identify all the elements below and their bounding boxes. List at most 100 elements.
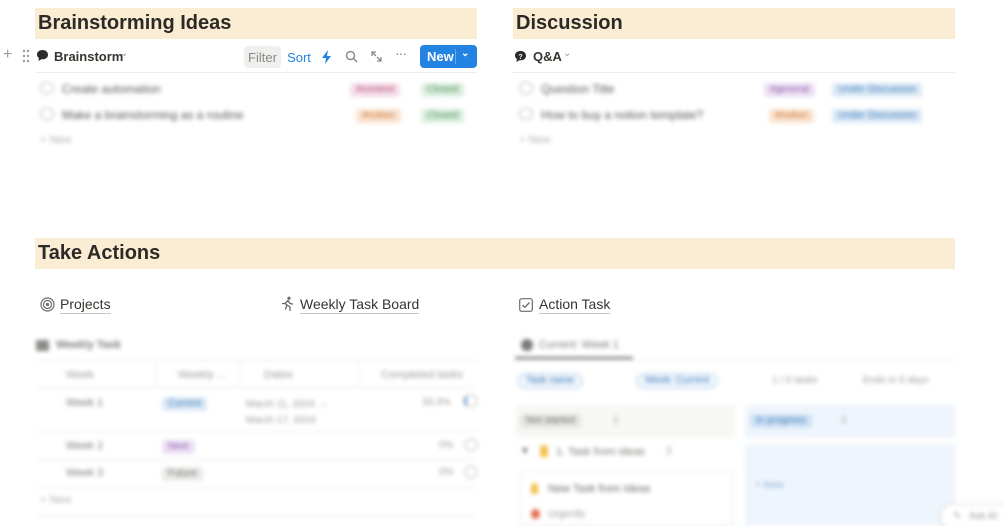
completed-percent: 0% xyxy=(439,440,454,451)
column-header[interactable]: Weekly ... xyxy=(178,369,226,381)
column-divider xyxy=(239,362,240,388)
question-bubble-icon: ? xyxy=(514,50,527,68)
action-task-link[interactable]: Action Task xyxy=(519,296,639,314)
add-row-button[interactable]: + New xyxy=(519,134,551,146)
ask-ai-button[interactable]: ✎ Ask AI xyxy=(940,504,1005,526)
row-tag: #notion xyxy=(356,109,401,123)
table-row[interactable]: Week 2 Next 0% xyxy=(36,432,478,460)
chevron-down-icon[interactable]: ⌄ xyxy=(563,48,571,59)
table-bottom-divider xyxy=(36,515,477,516)
column-header[interactable]: Completed tasks xyxy=(381,369,463,381)
completed-percent: 33.3% xyxy=(422,397,451,408)
speech-bubble-icon xyxy=(40,82,54,94)
week-status-badge: Future xyxy=(162,467,203,481)
row-tag: #content xyxy=(350,83,401,97)
lightbulb-icon xyxy=(540,445,548,457)
view-icon xyxy=(521,339,533,351)
brainstorm-toolbar: + Brainstorm ⌄ Filter Sort ··· New ⌄ xyxy=(0,45,480,69)
current-week-view-label: Current: Week 1 xyxy=(539,339,619,351)
new-button-divider xyxy=(455,49,456,64)
task-card-title: New Task from Ideas xyxy=(548,483,651,495)
brainstorm-view-tab[interactable]: Brainstorm xyxy=(54,49,123,64)
more-options-icon[interactable]: ··· xyxy=(395,45,407,61)
week-name: Week 3 xyxy=(66,467,104,479)
table-row[interactable]: Week 3 Future 0% xyxy=(36,460,478,488)
discussion-title: Discussion xyxy=(516,12,623,34)
table-row[interactable]: Week 1 Current March 11, 2024 → March 17… xyxy=(36,388,478,432)
add-block-icon[interactable]: + xyxy=(3,46,12,64)
filter-button[interactable]: Filter xyxy=(244,46,281,68)
in-progress-count: 1 xyxy=(841,415,847,426)
lightbulb-icon xyxy=(531,483,538,494)
chevron-down-icon[interactable]: ⌄ xyxy=(120,48,128,59)
week-name: Week 1 xyxy=(66,397,104,409)
drag-handle-icon[interactable] xyxy=(22,49,30,66)
projects-label: Projects xyxy=(60,296,111,314)
row-title: Make a brainstorming as a routine xyxy=(62,108,244,122)
pen-icon: ✎ xyxy=(953,511,962,522)
task-progress: 1 / 6 tasks xyxy=(772,375,818,386)
speech-bubble-icon xyxy=(519,108,533,120)
week-dates: March 11, 2024 → March 17, 2024 xyxy=(246,399,328,426)
projects-link[interactable]: Projects xyxy=(40,296,160,314)
discussion-divider xyxy=(513,72,955,73)
task-name-filter[interactable]: Task name xyxy=(517,373,584,389)
ends-in-label: Ends in 5 days xyxy=(863,375,929,386)
row-title: How to buy a notion template? xyxy=(541,108,704,122)
row-status: Under Discussion xyxy=(832,109,923,123)
discussion-header: Discussion xyxy=(513,8,955,39)
task-group-count: 3 xyxy=(666,446,672,457)
ask-ai-label: Ask AI xyxy=(969,511,998,522)
add-row-button[interactable]: + New xyxy=(40,494,72,506)
priority-icon xyxy=(531,509,540,519)
column-divider xyxy=(156,362,157,388)
qa-view-tab[interactable]: ? Q&A ⌄ xyxy=(514,48,614,68)
column-header[interactable]: Week xyxy=(66,369,94,381)
weekly-task-view-label: Weekly Task xyxy=(56,339,122,351)
weekly-task-board-link[interactable]: Weekly Task Board xyxy=(280,296,440,314)
not-started-column-header: Not started 1 xyxy=(515,405,735,438)
table-row[interactable]: Make a brainstorming as a routine #notio… xyxy=(40,107,477,125)
progress-ring xyxy=(464,438,478,452)
week-status-badge: Next xyxy=(162,440,195,454)
action-task-label: Action Task xyxy=(539,296,611,314)
active-tab-underline xyxy=(515,357,633,359)
search-icon[interactable] xyxy=(345,50,358,66)
column-header[interactable]: Dates xyxy=(264,369,293,381)
table-divider xyxy=(36,360,477,361)
row-title: Create automation xyxy=(62,82,161,96)
new-dropdown-chevron-icon[interactable]: ⌄ xyxy=(461,48,469,59)
lightning-icon[interactable] xyxy=(321,50,332,67)
in-progress-column: + New xyxy=(745,444,955,526)
new-button-label: New xyxy=(427,49,454,64)
new-card-button[interactable]: + New xyxy=(755,480,784,491)
row-tag: #general xyxy=(764,83,815,97)
current-week-view-tab[interactable]: Current: Week 1 xyxy=(519,338,634,354)
caret-down-icon[interactable]: ▼ xyxy=(520,446,530,457)
running-person-icon xyxy=(280,296,295,317)
speech-bubble-icon xyxy=(40,108,54,120)
target-icon xyxy=(40,297,55,317)
in-progress-column-header: In progress 1 xyxy=(745,405,955,438)
speech-bubble-icon xyxy=(519,82,533,94)
task-card[interactable]: New Task from Ideas Urgently xyxy=(520,470,733,526)
checkbox-icon xyxy=(519,298,533,317)
table-row[interactable]: Question Title #general Under Discussion xyxy=(519,81,955,99)
qa-view-label: Q&A xyxy=(533,49,562,64)
in-progress-badge: In progress xyxy=(750,414,813,428)
weekly-task-view-tab[interactable]: Weekly Task xyxy=(36,339,176,353)
row-status: Closed xyxy=(421,83,465,97)
week-filter[interactable]: Week: Current xyxy=(636,373,719,389)
table-row[interactable]: Create automation #content Closed xyxy=(40,81,477,99)
svg-text:?: ? xyxy=(518,54,522,61)
table-row[interactable]: How to buy a notion template? #notion Un… xyxy=(519,107,955,125)
task-group-header[interactable]: ▼ 1. Task from ideas 3 xyxy=(515,444,735,462)
task-card-priority: Urgently xyxy=(548,509,586,520)
expand-icon[interactable] xyxy=(370,50,383,66)
brainstorming-header: Brainstorming Ideas xyxy=(35,8,477,39)
add-row-button[interactable]: + New xyxy=(40,134,72,146)
sort-button[interactable]: Sort xyxy=(286,46,312,68)
column-divider xyxy=(358,362,359,388)
task-group-label: 1. Task from ideas xyxy=(556,446,646,458)
not-started-badge: Not started xyxy=(520,414,581,428)
